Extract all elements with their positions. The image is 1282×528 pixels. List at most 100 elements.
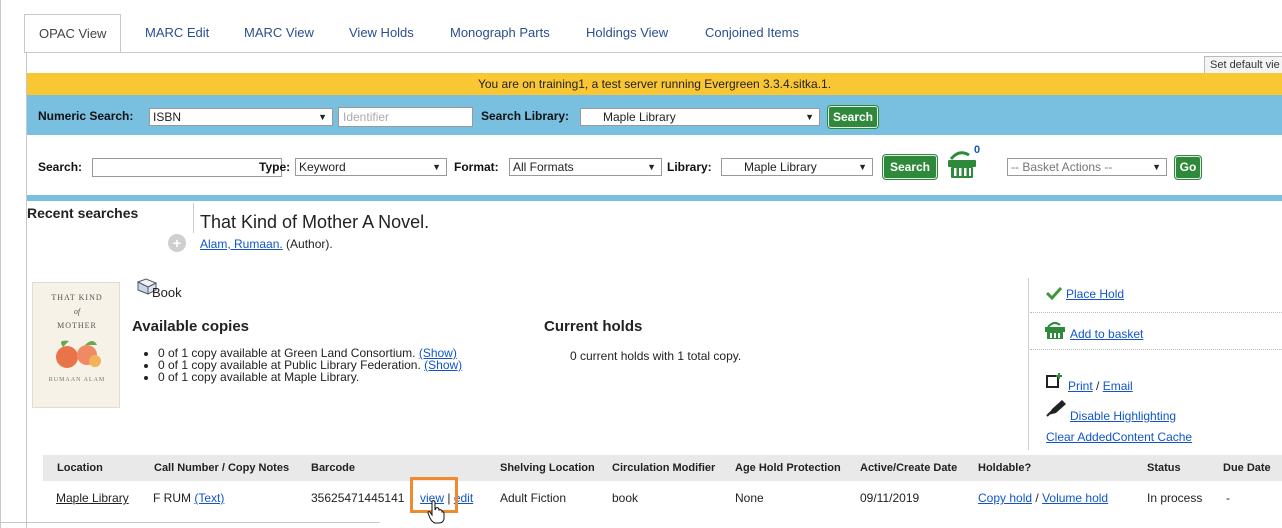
chevron-down-icon: ▼	[432, 162, 441, 172]
tab-bar: OPAC View MARC Edit MARC View View Holds…	[24, 14, 1282, 53]
copy-hold-link[interactable]: Copy hold	[978, 491, 1032, 505]
actions-divider	[1030, 349, 1282, 350]
numeric-search-type-value: ISBN	[153, 110, 182, 124]
cover-fruit-illustration	[56, 340, 101, 368]
clear-cache-action[interactable]: Clear AddedContent Cache	[1046, 430, 1192, 444]
basket-count: 0	[974, 144, 981, 156]
tab-marc-view[interactable]: MARC View	[244, 14, 314, 52]
tab-conjoined-items[interactable]: Conjoined Items	[705, 14, 799, 52]
column-header-barcode: Barcode	[311, 462, 356, 474]
column-header-shelving-location: Shelving Location	[500, 462, 595, 474]
library-label: Library:	[667, 160, 712, 174]
checkmark-icon	[1046, 286, 1062, 300]
chevron-down-icon: ▼	[647, 162, 656, 172]
recent-searches-toggle[interactable]: Recent searches	[27, 205, 138, 221]
record-actions-panel	[1028, 278, 1282, 450]
cover-title-line1: THAT KIND	[51, 293, 103, 302]
tab-view-holds[interactable]: View Holds	[349, 14, 414, 52]
cover-title-line2: of	[73, 307, 81, 316]
record-title: That Kind of Mother A Novel.	[200, 212, 430, 232]
column-header-holdable: Holdable?	[978, 462, 1032, 474]
current-holds-text: 0 current holds with 1 total copy.	[570, 349, 742, 363]
column-header-location: Location	[57, 462, 103, 474]
book-cover-image: THAT KIND of MOTHER RUMAAN ALAM	[32, 282, 120, 408]
chevron-down-icon: ▼	[318, 112, 327, 122]
place-hold-link[interactable]: Place Hold	[1066, 287, 1124, 301]
print-icon	[1046, 373, 1062, 388]
library-value: Maple Library	[744, 160, 817, 174]
record-author: Alam, Rumaan. (Author).	[200, 237, 333, 251]
volume-hold-link[interactable]: Volume hold	[1042, 491, 1108, 505]
column-header-status: Status	[1147, 462, 1181, 474]
format-label-book: Book	[152, 285, 182, 300]
server-banner: You are on training1, a test server runn…	[27, 73, 1282, 95]
catalog-search-bar: Search: Type: Keyword ▼ Format: All Form…	[27, 144, 1282, 189]
hand-pointer-icon	[427, 500, 445, 527]
chevron-down-icon: ▼	[805, 112, 814, 122]
search-library-select[interactable]: Maple Library ▼	[580, 108, 820, 126]
create-date-cell: 09/11/2019	[860, 491, 920, 505]
add-to-basket-action[interactable]: Add to basket	[1044, 320, 1143, 341]
column-header-due-date: Due Date	[1223, 462, 1271, 474]
format-select[interactable]: All Formats ▼	[509, 158, 662, 176]
show-link[interactable]: (Show)	[424, 358, 462, 372]
location-link[interactable]: Maple Library	[56, 491, 129, 505]
copy-note-text-link[interactable]: (Text)	[194, 491, 224, 505]
circulation-modifier-cell: book	[612, 491, 639, 505]
due-date-cell: -	[1226, 491, 1230, 505]
email-link[interactable]: Email	[1103, 379, 1133, 393]
call-number-cell: F RUM (Text)	[153, 491, 224, 505]
author-link[interactable]: Alam, Rumaan.	[200, 237, 283, 251]
print-email-action: Print / Email	[1046, 372, 1133, 393]
numeric-search-button[interactable]: Search	[828, 106, 878, 128]
library-select[interactable]: Maple Library ▼	[721, 158, 873, 176]
basket-actions-select[interactable]: -- Basket Actions -- ▼	[1007, 158, 1167, 176]
search-type-value: Keyword	[299, 160, 346, 174]
place-hold-action[interactable]: Place Hold	[1046, 286, 1124, 301]
basket-actions-value: -- Basket Actions --	[1011, 160, 1113, 174]
bottom-divider	[0, 522, 380, 523]
search-library-label: Search Library:	[481, 109, 570, 123]
highlighter-icon	[1046, 400, 1066, 417]
cover-title-line3: MOTHER	[57, 321, 97, 330]
author-role: (Author).	[286, 237, 333, 251]
column-header-circulation-modifier: Circulation Modifier	[612, 462, 716, 474]
numeric-search-type-select[interactable]: ISBN ▼	[149, 108, 333, 126]
barcode-text: 35625471445141	[311, 491, 405, 505]
search-library-value: Maple Library	[603, 110, 676, 124]
catalog-search-button[interactable]: Search	[883, 155, 937, 179]
search-bar-bottom-strip	[27, 195, 1282, 201]
copy-availability-text: 0 of 1 copy available at Maple Library.	[158, 370, 360, 384]
hold-separator: /	[1032, 491, 1043, 505]
identifier-input[interactable]: Identifier	[338, 107, 473, 127]
basket-icon	[1045, 321, 1065, 339]
tab-holdings-view[interactable]: Holdings View	[586, 14, 668, 52]
recent-divider	[193, 203, 194, 233]
available-copies-list: 0 of 1 copy available at Green Land Cons…	[158, 347, 462, 383]
identifier-placeholder: Identifier	[343, 110, 390, 124]
expand-plus-icon[interactable]: +	[168, 234, 186, 252]
print-link[interactable]: Print	[1068, 379, 1093, 393]
tab-opac-view[interactable]: OPAC View	[24, 14, 122, 53]
add-to-basket-link[interactable]: Add to basket	[1070, 327, 1143, 341]
disable-highlighting-action[interactable]: Disable Highlighting	[1046, 399, 1176, 423]
shelving-location-cell: Adult Fiction	[500, 491, 567, 505]
column-header-call-number: Call Number / Copy Notes	[154, 462, 290, 474]
tab-monograph-parts[interactable]: Monograph Parts	[450, 14, 550, 52]
search-input[interactable]	[92, 158, 282, 177]
basket-icon[interactable]: 0	[945, 144, 981, 181]
numeric-search-label: Numeric Search:	[38, 109, 134, 123]
set-default-view-button[interactable]: Set default vie	[1204, 56, 1282, 74]
basket-go-button[interactable]: Go	[1175, 156, 1201, 179]
tab-marc-edit[interactable]: MARC Edit	[145, 14, 209, 52]
search-label: Search:	[38, 160, 83, 174]
call-number-text: F RUM	[153, 491, 191, 505]
cover-author: RUMAAN ALAM	[48, 377, 106, 383]
numeric-search-bar: Numeric Search: ISBN ▼ Identifier Search…	[27, 95, 1282, 135]
column-header-active-create-date: Active/Create Date	[860, 462, 958, 474]
clear-addedcontent-cache-link[interactable]: Clear AddedContent Cache	[1046, 430, 1192, 444]
search-type-select[interactable]: Keyword ▼	[295, 158, 447, 176]
disable-highlighting-link[interactable]: Disable Highlighting	[1070, 409, 1176, 423]
actions-divider	[1030, 312, 1282, 313]
format-value: All Formats	[513, 160, 574, 174]
